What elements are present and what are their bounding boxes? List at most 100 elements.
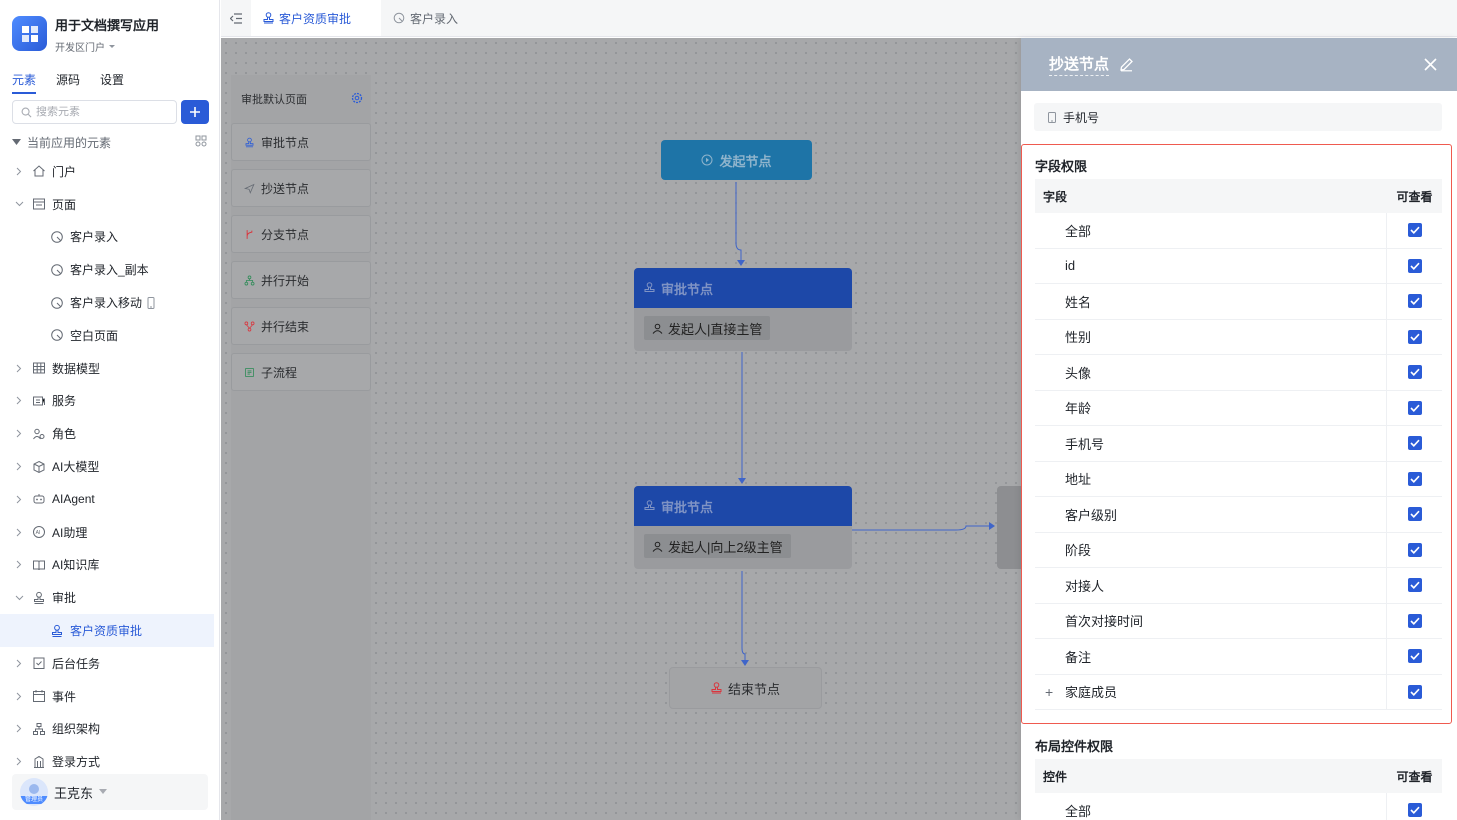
portal-selector[interactable]: 开发区门户 [55, 39, 159, 54]
tree-item[interactable]: 客户录入 [0, 221, 220, 254]
tab-settings[interactable]: 设置 [100, 71, 124, 94]
app-header: 用于文档撰写应用 开发区门户 [12, 16, 159, 54]
field-label: 地址 [1065, 472, 1092, 488]
book-icon [32, 558, 46, 572]
col-view: 可查看 [1396, 769, 1433, 784]
table-row: 头像 [1035, 355, 1442, 391]
chevron-right-icon[interactable] [14, 364, 24, 373]
panel-title[interactable]: 抄送节点 [1049, 53, 1110, 76]
phone-field[interactable]: 手机号 [1034, 103, 1442, 131]
tab-elements[interactable]: 元素 [12, 71, 37, 94]
start-node-label: 发起节点 [719, 153, 772, 169]
table-row: id [1035, 248, 1442, 284]
chevron-down-icon[interactable] [14, 201, 24, 207]
chevron-right-icon[interactable] [14, 396, 24, 405]
view-checkbox[interactable] [1407, 578, 1422, 593]
end-node[interactable]: 结束节点 [669, 667, 822, 709]
chevron-right-icon[interactable] [14, 495, 24, 504]
tree-item[interactable]: 服务 [0, 385, 220, 418]
view-checkbox[interactable] [1407, 613, 1422, 628]
tree-item[interactable]: AI AI助理 [0, 516, 220, 549]
tree-item[interactable]: AI大模型 [0, 450, 220, 483]
tree-item[interactable]: AI知识库 [0, 549, 220, 582]
collapse-sidebar-button[interactable] [221, 0, 251, 36]
table-row: 首次对接时间 [1035, 603, 1442, 639]
tree-item[interactable]: 后台任务 [0, 647, 220, 680]
start-node[interactable]: 发起节点 [661, 140, 812, 180]
field-label: 阶段 [1065, 543, 1092, 559]
chevron-right-icon[interactable] [14, 462, 24, 471]
stamp-icon [711, 682, 722, 694]
tree-item[interactable]: 事件 [0, 680, 220, 713]
view-checkbox[interactable] [1407, 365, 1422, 380]
close-icon[interactable] [1424, 58, 1437, 71]
view-checkbox[interactable] [1407, 542, 1422, 557]
view-checkbox[interactable] [1407, 803, 1422, 818]
search-input[interactable] [36, 106, 166, 118]
view-checkbox[interactable] [1407, 471, 1422, 486]
tab-source[interactable]: 源码 [56, 71, 80, 94]
role-icon [32, 427, 46, 441]
flow-canvas[interactable]: 审批默认页面 审批节点 抄送节点 分支节点 并行开始 并行结束 子流程 发起节点… [221, 38, 1021, 820]
tree-item[interactable]: 页面 [0, 188, 220, 221]
tree-item[interactable]: 客户录入_副本 [0, 253, 220, 286]
table-row: 备注 [1035, 639, 1442, 675]
cc-node-partial[interactable] [997, 486, 1021, 569]
chevron-down-icon[interactable] [14, 595, 24, 601]
view-checkbox[interactable] [1407, 649, 1422, 664]
field-label: 客户级别 [1065, 507, 1118, 523]
view-switch-icon[interactable] [195, 135, 207, 150]
col-control: 控件 [1043, 769, 1068, 784]
ai-icon: AI [32, 525, 46, 539]
field-label: 全部 [1065, 803, 1092, 819]
add-element-button[interactable] [181, 100, 209, 124]
chevron-right-icon[interactable] [14, 724, 24, 733]
view-checkbox[interactable] [1407, 507, 1422, 522]
chevron-right-icon[interactable] [14, 659, 24, 668]
view-checkbox[interactable] [1407, 684, 1422, 699]
search-box [12, 100, 177, 124]
table-row: 对接人 [1035, 568, 1442, 604]
tree-item[interactable]: 组织架构 [0, 713, 220, 746]
tab-customer-entry[interactable]: 客户录入 [381, 0, 470, 36]
stamp-icon [644, 500, 655, 510]
tab-customer-approval[interactable]: 客户资质审批 [251, 0, 381, 36]
tree-item-label: 服务 [52, 394, 77, 409]
tree-item[interactable]: 门户 [0, 155, 220, 188]
tree-item[interactable]: 角色 [0, 417, 220, 450]
form-page-icon [50, 296, 64, 310]
user-icon [652, 323, 663, 334]
expand-plus-icon[interactable]: + [1045, 684, 1053, 700]
approval-node-1[interactable]: 审批节点 发起人|直接主管 [634, 268, 852, 351]
field-label: 家庭成员 [1065, 685, 1118, 701]
field-label: 头像 [1065, 365, 1092, 381]
tree-item[interactable]: 客户录入移动 [0, 286, 220, 319]
table-header: 字段 可查看 [1035, 179, 1442, 213]
tree-item[interactable]: 客户资质审批 [0, 614, 214, 647]
chevron-right-icon[interactable] [14, 167, 24, 176]
tree-item[interactable]: 数据模型 [0, 352, 220, 385]
view-checkbox[interactable] [1407, 329, 1422, 344]
tree-item[interactable]: 空白页面 [0, 319, 220, 352]
view-checkbox[interactable] [1407, 223, 1422, 238]
tree-item[interactable]: AIAgent [0, 483, 220, 516]
view-checkbox[interactable] [1407, 258, 1422, 273]
tree-item[interactable]: 审批 [0, 581, 220, 614]
view-checkbox[interactable] [1407, 436, 1422, 451]
chevron-right-icon[interactable] [14, 560, 24, 569]
current-elements-header[interactable]: 当前应用的元素 [12, 133, 207, 151]
edit-icon[interactable] [1119, 57, 1134, 72]
chevron-right-icon[interactable] [14, 528, 24, 537]
caret-down-icon [109, 44, 115, 48]
chevron-right-icon[interactable] [14, 757, 24, 766]
field-permission-table: 字段 可查看 全部 id 姓名 性别 头像 年龄 手机号 地址 客户级别 阶段 对接人 首次对接时间备… [1035, 179, 1442, 710]
user-profile[interactable]: 管理员 王克东 [12, 774, 208, 810]
table-row: 客户级别 [1035, 497, 1442, 533]
approval-node-2[interactable]: 审批节点 发起人|向上2级主管 [634, 486, 852, 569]
form-page-icon [50, 328, 64, 342]
view-checkbox[interactable] [1407, 294, 1422, 309]
chevron-right-icon[interactable] [14, 692, 24, 701]
table-row: + 家庭成员 [1035, 674, 1442, 710]
chevron-right-icon[interactable] [14, 429, 24, 438]
view-checkbox[interactable] [1407, 400, 1422, 415]
